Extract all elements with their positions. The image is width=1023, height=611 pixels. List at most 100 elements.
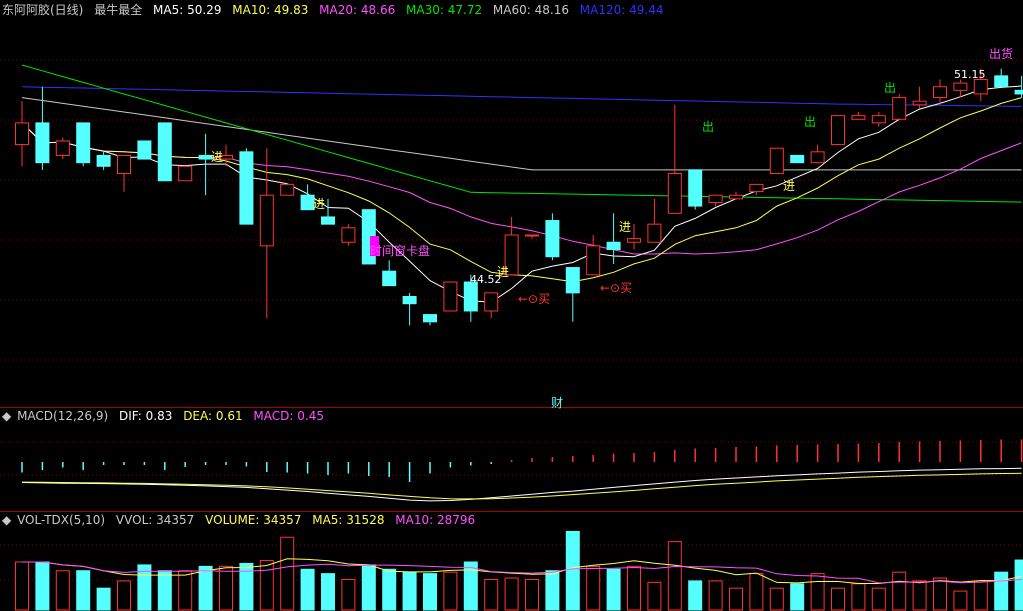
- candle-body: [688, 169, 703, 207]
- volume-bar: [769, 587, 784, 611]
- volume-bar: [15, 561, 29, 611]
- volume-bar: [525, 578, 539, 611]
- candle-body: [341, 227, 356, 243]
- volume-bar: [708, 580, 723, 611]
- volume-bar: [443, 571, 458, 611]
- sell-top-label: 出货: [989, 47, 1014, 61]
- candle-body: [35, 122, 50, 164]
- candle-body: [76, 122, 91, 164]
- volume-bar: [35, 561, 50, 611]
- volume-bar: [933, 577, 947, 611]
- volume-bar: [729, 587, 743, 611]
- signal-out-3: 出: [884, 81, 897, 95]
- timing-label: 时间窗卡盘: [370, 244, 431, 258]
- volume-bar: [912, 580, 927, 611]
- signal-buy-1-text: 买: [538, 292, 551, 306]
- candle-body: [953, 82, 968, 91]
- financial-marker[interactable]: 财: [551, 394, 563, 411]
- volume-bar: [280, 536, 295, 611]
- volume-bar: [953, 590, 968, 611]
- volume-bar: [117, 580, 131, 611]
- ma20-line: [21, 122, 1022, 255]
- candle-body: [994, 75, 1009, 88]
- signal-in-4: 进: [619, 220, 632, 234]
- volume-bar: [504, 577, 519, 611]
- stock-chart[interactable]: [0, 0, 1023, 611]
- volume-bar: [157, 570, 172, 611]
- candle-body: [749, 183, 764, 193]
- candle-body: [769, 147, 784, 175]
- candle-body: [729, 194, 743, 200]
- volume-bar: [321, 573, 335, 611]
- volume-bar: [586, 565, 601, 611]
- candle-body: [586, 245, 601, 276]
- candle-body: [178, 165, 193, 182]
- volume-bar: [994, 571, 1009, 611]
- volume-bar: [76, 570, 91, 611]
- signal-in-2: 进: [313, 197, 326, 211]
- candle-body: [117, 154, 131, 175]
- vol-ma10-line: [22, 561, 1022, 584]
- volume-bar: [831, 587, 845, 611]
- volume-bar: [463, 561, 478, 611]
- volume-bar: [423, 573, 437, 611]
- candle-body: [933, 86, 947, 99]
- candle-body: [96, 154, 111, 167]
- signal-in-5: 进: [783, 179, 796, 193]
- ma60-line: [21, 97, 1022, 171]
- volume-bar: [300, 568, 315, 611]
- candle-body: [667, 173, 682, 214]
- ma10-line: [21, 97, 1022, 283]
- volume-bar: [667, 541, 682, 611]
- candle-body: [892, 97, 907, 120]
- candle-body: [280, 183, 295, 196]
- candle-body: [790, 154, 805, 164]
- signal-buy-2-text: 买: [620, 281, 633, 295]
- signal-buy-1: ←⊙买: [518, 292, 551, 306]
- volume-bar: [606, 568, 621, 611]
- volume-bar: [239, 562, 254, 611]
- candle-body: [15, 122, 29, 146]
- candle-body: [463, 281, 478, 312]
- candle-body: [157, 122, 172, 182]
- candle-body: [871, 115, 886, 124]
- volume-bar: [973, 580, 988, 611]
- volume-bar: [892, 571, 907, 611]
- signal-in-3: 进: [497, 265, 510, 279]
- volume-bar: [565, 530, 580, 611]
- candle-body: [382, 270, 397, 287]
- candle-body: [321, 216, 335, 225]
- candle-body: [810, 151, 825, 164]
- volume-bar: [55, 570, 70, 611]
- candle-body: [708, 194, 723, 203]
- candle-body: [484, 292, 499, 312]
- volume-bar: [545, 570, 560, 611]
- signal-out-1: 出: [702, 120, 715, 134]
- candle-body: [831, 115, 845, 146]
- volume-bar: [402, 571, 417, 611]
- candle-body: [606, 241, 621, 250]
- volume-bar: [688, 580, 703, 611]
- candle-body: [443, 281, 458, 312]
- volume-bar: [627, 565, 641, 611]
- volume-bar: [484, 578, 499, 611]
- candle-body: [565, 267, 580, 294]
- candle-body: [973, 78, 988, 95]
- volume-bar: [259, 560, 274, 611]
- volume-bar: [647, 581, 662, 611]
- ma30-line: [21, 64, 1022, 203]
- candle-body: [912, 100, 927, 106]
- candle-body: [647, 223, 662, 243]
- volume-bar: [810, 573, 825, 611]
- signal-buy-2: ←⊙买: [600, 281, 633, 295]
- candle-body: [525, 234, 539, 237]
- candle-body: [55, 140, 70, 156]
- signal-in-1: 进: [211, 150, 224, 164]
- candle-body: [137, 140, 152, 160]
- volume-bar: [96, 587, 111, 611]
- volume-bar: [361, 564, 376, 611]
- candle-body: [239, 151, 254, 225]
- candle-body: [423, 314, 437, 323]
- candle-body: [1014, 89, 1023, 95]
- volume-bar: [382, 568, 397, 611]
